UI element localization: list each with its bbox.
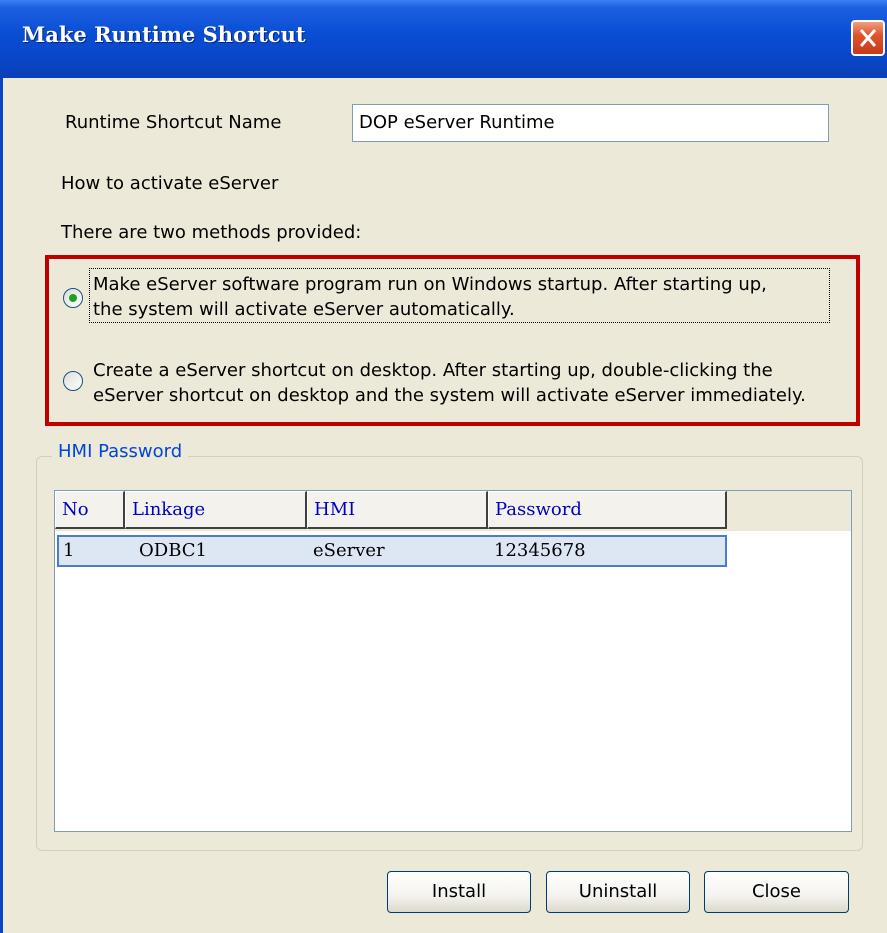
cell-no: 1 — [63, 540, 75, 561]
radio-selected-dot — [69, 294, 77, 302]
option-startup-line2[interactable]: the system will activate eServer automat… — [93, 298, 515, 322]
title-bar: Make Runtime Shortcut — [0, 0, 887, 78]
cell-hmi: eServer — [313, 540, 385, 561]
radio-desktop-shortcut[interactable] — [63, 371, 83, 391]
shortcut-name-input[interactable]: DOP eServer Runtime — [352, 104, 829, 142]
column-header-password[interactable]: Password — [488, 491, 727, 529]
shortcut-name-label: Runtime Shortcut Name — [65, 112, 282, 133]
close-icon — [859, 29, 877, 47]
column-header-linkage[interactable]: Linkage — [125, 491, 307, 529]
column-header-no[interactable]: No — [55, 491, 125, 529]
uninstall-button[interactable]: Uninstall — [546, 871, 690, 913]
activate-heading: How to activate eServer — [61, 173, 279, 194]
window-title: Make Runtime Shortcut — [22, 22, 306, 47]
close-button[interactable]: Close — [704, 871, 849, 913]
option-desktop-line2[interactable]: eServer shortcut on desktop and the syst… — [93, 384, 806, 408]
hmi-password-label: HMI Password — [52, 441, 189, 462]
install-button[interactable]: Install — [387, 871, 531, 913]
table-row[interactable]: 1 ODBC1 eServer 12345678 — [57, 535, 727, 567]
methods-heading: There are two methods provided: — [61, 222, 362, 243]
table-header: No Linkage HMI Password — [55, 491, 851, 531]
window-close-button[interactable] — [851, 20, 885, 56]
hmi-password-table[interactable]: No Linkage HMI Password 1 ODBC1 eServer … — [54, 490, 852, 832]
cell-password: 12345678 — [494, 540, 586, 561]
cell-linkage: ODBC1 — [139, 540, 207, 561]
radio-startup[interactable] — [63, 288, 83, 308]
column-header-hmi[interactable]: HMI — [307, 491, 488, 529]
option-desktop-line1[interactable]: Create a eServer shortcut on desktop. Af… — [93, 359, 773, 383]
option-startup-line1[interactable]: Make eServer software program run on Win… — [93, 273, 767, 297]
